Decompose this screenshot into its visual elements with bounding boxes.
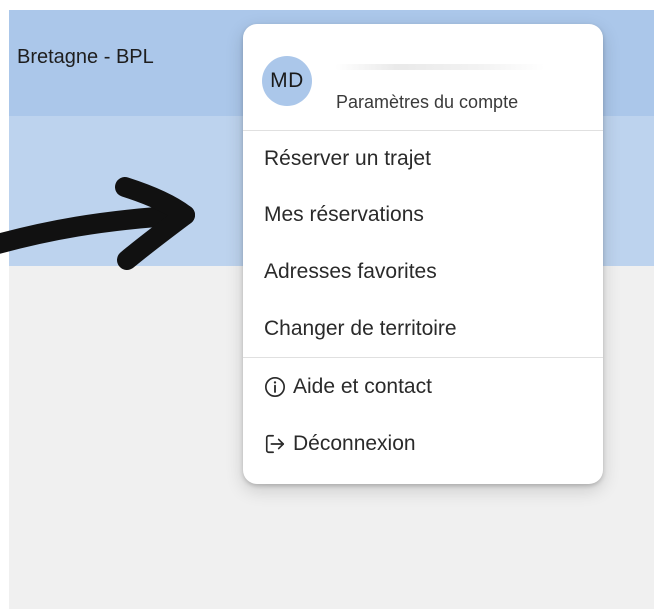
- account-menu-header[interactable]: MD Paramètres du compte: [243, 24, 603, 130]
- avatar: MD: [262, 56, 312, 106]
- menu-item-change-territory[interactable]: Changer de territoire: [243, 300, 603, 357]
- menu-item-label: Déconnexion: [293, 431, 416, 455]
- menu-item-label: Changer de territoire: [264, 316, 457, 340]
- menu-item-label: Mes réservations: [264, 202, 424, 226]
- username-redacted: [335, 64, 545, 70]
- menu-item-favorite-addresses[interactable]: Adresses favorites: [243, 243, 603, 300]
- menu-item-book-trip[interactable]: Réserver un trajet: [243, 131, 603, 186]
- account-menu: MD Paramètres du compte Réserver un traj…: [243, 24, 603, 484]
- menu-item-label: Adresses favorites: [264, 259, 437, 283]
- menu-item-help-contact[interactable]: Aide et contact: [243, 358, 603, 415]
- app-screen: Bretagne - BPL MD Paramètres du compte R…: [0, 0, 654, 609]
- menu-item-label: Réserver un trajet: [264, 146, 431, 170]
- account-settings-link[interactable]: Paramètres du compte: [336, 92, 518, 113]
- menu-item-my-bookings[interactable]: Mes réservations: [243, 186, 603, 243]
- logout-icon: [264, 433, 286, 455]
- menu-item-label: Aide et contact: [293, 374, 432, 398]
- territory-label: Bretagne - BPL: [17, 46, 154, 68]
- info-icon: [264, 376, 286, 398]
- menu-item-logout[interactable]: Déconnexion: [243, 415, 603, 472]
